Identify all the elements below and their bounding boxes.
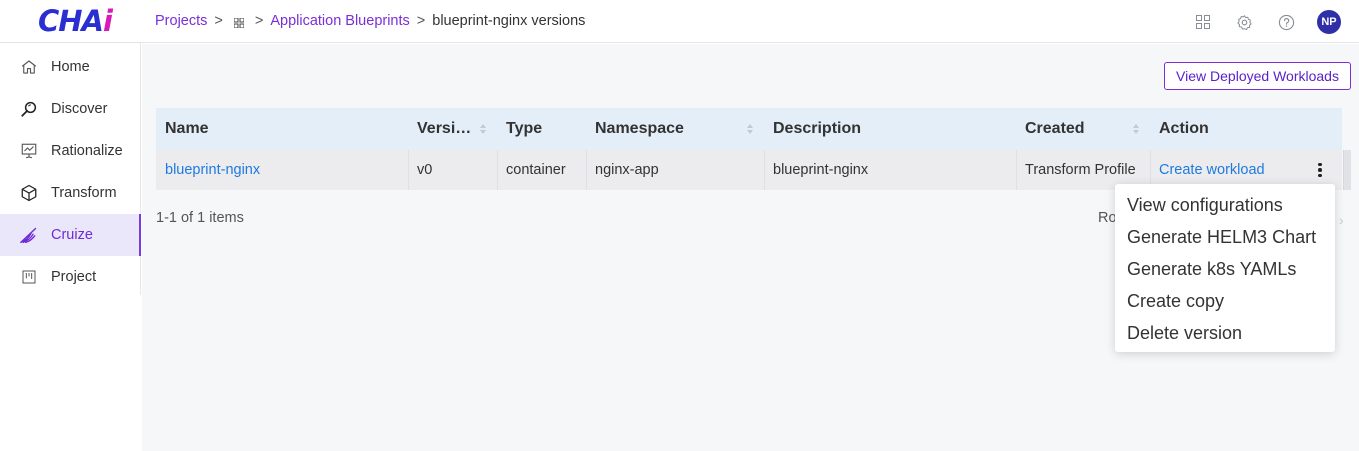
sidebar-item-label: Transform [51,185,117,201]
chai-logo[interactable]: CHAi [38,4,113,38]
type-cell: container [506,162,566,178]
version-cell: v0 [417,162,433,178]
menu-item-generate-helm3-chart[interactable]: Generate HELM3 Chart [1115,221,1335,253]
view-deployed-workloads-button[interactable]: View Deployed Workloads [1164,62,1351,90]
help-icon[interactable] [1275,11,1298,34]
sidebar-item-label: Discover [51,101,108,117]
sidebar-item-rationalize[interactable]: Rationalize [0,130,141,172]
wing-icon [19,225,39,245]
home-icon [19,57,39,77]
header-icons: NP [1191,10,1341,34]
gear-icon[interactable] [1233,11,1256,34]
versions-table: Name Versi… Type Namespace Description C… [156,108,1342,190]
magnifier-icon [19,99,39,119]
column-header-name: Name [165,120,209,137]
next-page-icon[interactable]: › [1339,212,1344,228]
sidebar-item-home[interactable]: Home [0,46,141,88]
column-header-version[interactable]: Versi… [417,108,471,150]
menu-item-generate-k8s-yamls[interactable]: Generate k8s YAMLs [1115,253,1335,285]
breadcrumb-separator: > [214,13,223,29]
column-header-namespace[interactable]: Namespace [595,108,684,150]
breadcrumb-projects[interactable]: Projects [155,13,207,29]
sidebar: Home Discover Rationalize Transform Crui… [0,43,141,295]
rows-per-page-label: Ro [1098,210,1117,226]
column-divider [764,150,765,190]
description-cell: blueprint-nginx [773,162,869,178]
sidebar-item-label: Cruize [51,227,93,243]
menu-item-delete-version[interactable]: Delete version [1115,317,1335,349]
sidebar-item-transform[interactable]: Transform [0,172,141,214]
namespace-cell: nginx-app [595,162,659,178]
sort-icon[interactable] [746,123,754,135]
sidebar-item-label: Home [51,59,90,75]
cube-icon [19,183,39,203]
column-divider [408,150,409,190]
user-avatar[interactable]: NP [1317,10,1341,34]
column-divider [586,150,587,190]
chart-board-icon [19,141,39,161]
column-header-type: Type [506,120,543,137]
apps-grid-icon[interactable] [1191,11,1214,34]
breadcrumb: Projects > > Application Blueprints > bl… [155,13,585,29]
menu-item-view-configurations[interactable]: View configurations [1115,189,1335,221]
top-header: CHAi Projects > > Application Blueprints… [0,0,1359,43]
menu-item-create-copy[interactable]: Create copy [1115,285,1335,317]
table-header: Name Versi… Type Namespace Description C… [156,108,1342,150]
blueprint-name-link[interactable]: blueprint-nginx [165,150,260,190]
table-scrollbar[interactable] [1343,150,1351,190]
column-divider [497,150,498,190]
sidebar-item-cruize[interactable]: Cruize [0,214,141,256]
column-header-action: Action [1159,120,1209,137]
project-grid-icon[interactable] [233,16,245,29]
sort-icon[interactable] [479,123,487,135]
sidebar-item-project[interactable]: Project [0,256,141,298]
items-count: 1-1 of 1 items [156,210,244,226]
sidebar-item-label: Rationalize [51,143,123,159]
board-icon [19,267,39,287]
sort-icon[interactable] [1132,123,1140,135]
more-options-icon[interactable] [1313,160,1327,180]
breadcrumb-separator: > [416,13,426,29]
breadcrumb-current: blueprint-nginx versions [432,13,586,29]
sidebar-item-label: Project [51,269,97,285]
breadcrumb-separator: > [254,13,264,29]
column-header-description: Description [773,120,862,137]
sidebar-item-discover[interactable]: Discover [0,88,141,130]
row-actions-menu: View configurations Generate HELM3 Chart… [1115,184,1335,352]
column-divider [1016,150,1017,190]
breadcrumb-application-blueprints[interactable]: Application Blueprints [270,13,409,29]
column-header-created[interactable]: Created [1025,108,1085,150]
